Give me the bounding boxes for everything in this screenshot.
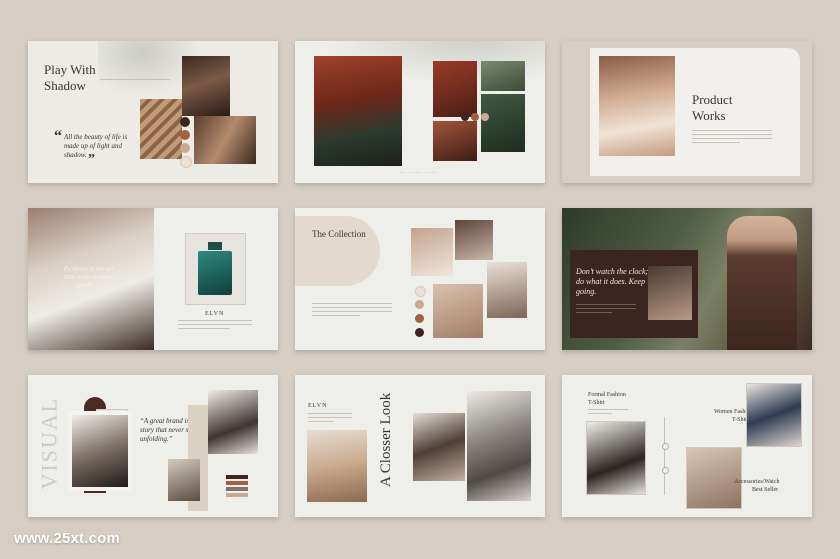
photo-woman-reclining: [194, 116, 256, 164]
slide-perfume[interactable]: Perfume is the art that make memory spea…: [28, 208, 278, 350]
photo-grid-2: [481, 61, 525, 91]
photo-grid-3: [481, 94, 525, 152]
bottle-body-icon: [198, 251, 232, 295]
label1-line1: Formal Fashion: [588, 392, 626, 398]
body-text-placeholder: [692, 130, 772, 146]
photo-woman-silk-top: [599, 56, 675, 156]
brand-name: ELVN: [205, 311, 225, 317]
photo-straw-bag: [307, 430, 367, 502]
side-word-vertical: VISUAL: [36, 396, 62, 490]
slide-title-line1: Play With: [44, 62, 96, 77]
color-swatch-cream: [180, 156, 192, 168]
color-swatch-tan: [180, 143, 190, 153]
photo-woman-spraying: [433, 284, 483, 338]
slide-the-collection[interactable]: The Collection: [295, 208, 545, 350]
photo-group-seated: [208, 390, 258, 454]
body-text-placeholder: [312, 303, 392, 319]
slide-fashion-products[interactable]: Formal Fashion T-Shirt Women Fashion T-S…: [562, 375, 812, 517]
swatch-bar-grey: [226, 487, 248, 491]
photo-woman-grey-blazer: [467, 391, 531, 501]
label1-line2: T-Shirt: [588, 400, 605, 406]
brand-name: ELVN: [308, 403, 328, 409]
quote-line1: “A great brand is a: [140, 417, 195, 425]
label3-line2: Best Seller: [752, 487, 779, 493]
body-text-placeholder: [576, 304, 636, 316]
title-rule: [100, 79, 170, 80]
swatch-bar-tan: [226, 493, 248, 497]
slide-photo-grid[interactable]: --- ------ -----: [295, 41, 545, 183]
photo-watch-closeup: [686, 447, 742, 509]
slide-title: The Collection: [312, 229, 366, 239]
photo-hand-with-bottle: [411, 228, 453, 276]
quote-line2: do what it does. Keep: [576, 277, 646, 286]
photo-grid-1: [433, 61, 477, 117]
quote-line1: Don’t watch the clock;: [576, 267, 649, 276]
color-swatch-cream: [415, 286, 426, 297]
photo-watch-wrist: [648, 266, 692, 320]
color-swatch-tan: [481, 113, 489, 121]
quote-line1: All the beauty of life is: [64, 133, 128, 141]
quote-line3: unfolding.”: [140, 435, 173, 443]
slide-a-closser-look[interactable]: ELVN A Closser Look: [295, 375, 545, 517]
connector-dot-top: [662, 443, 669, 450]
photo-woman-red-backdrop: [314, 56, 402, 166]
color-swatch-dark: [415, 328, 424, 337]
photo-woman-window-light: [140, 99, 182, 159]
photo-bottle-closeup: [455, 220, 493, 260]
bottle-cap-icon: [208, 242, 222, 250]
body-text-placeholder: [588, 409, 628, 417]
color-swatch-dark: [180, 117, 190, 127]
quote-line3: shadow.: [64, 151, 87, 159]
color-swatch-rust: [471, 113, 479, 121]
color-swatch-tan: [415, 300, 424, 309]
photo-woman-standing: [168, 459, 200, 501]
slide-visual[interactable]: VISUAL “A great brand is a story that ne…: [28, 375, 278, 517]
vertical-title: A Closser Look: [378, 392, 395, 487]
slide-watch-the-clock[interactable]: Don’t watch the clock; do what it does. …: [562, 208, 812, 350]
photo-woman-shadow-top: [182, 56, 230, 116]
caption: --- ------ -----: [400, 170, 437, 175]
label3-line1: Accessories/Watch: [734, 479, 780, 485]
photo-woman-navy-coat: [746, 383, 802, 447]
photo-man-in-black: [68, 411, 132, 491]
photo-perfume-bottle: [185, 233, 246, 305]
quote-line2: made up of light and: [64, 142, 122, 150]
slide-product-works[interactable]: Product Works: [562, 41, 812, 183]
photo-grid-4: [433, 121, 477, 161]
quote-close-mark: ”: [88, 152, 95, 167]
photo-perfume-set: [487, 262, 527, 318]
color-swatch-rust: [415, 314, 424, 323]
swatch-bar-dark: [226, 475, 248, 479]
connector-line: [664, 417, 665, 495]
photo-couple-formal: [586, 421, 646, 495]
slide-title-line2: Shadow: [44, 78, 86, 93]
slide-title-line2: Works: [692, 108, 726, 123]
quote-line3: going.: [576, 287, 597, 296]
color-swatch-dark: [461, 113, 469, 121]
connector-dot-bottom: [662, 467, 669, 474]
slide-play-with-shadow[interactable]: Play With Shadow “ All the beauty of lif…: [28, 41, 278, 183]
slide-title-line1: Product: [692, 92, 733, 107]
quote-mark: “: [54, 128, 62, 145]
beige-blob: [295, 216, 380, 286]
photo-woman-cardigan: [413, 413, 465, 481]
overlay-line3: speak: [76, 281, 92, 289]
body-text-placeholder: [308, 413, 352, 425]
body-text-placeholder: [178, 320, 252, 332]
watermark: www.25xt.com: [14, 530, 121, 547]
swatch-bar-rust: [226, 481, 248, 485]
color-swatch-rust: [180, 130, 190, 140]
photo-man-coat: [727, 216, 797, 350]
